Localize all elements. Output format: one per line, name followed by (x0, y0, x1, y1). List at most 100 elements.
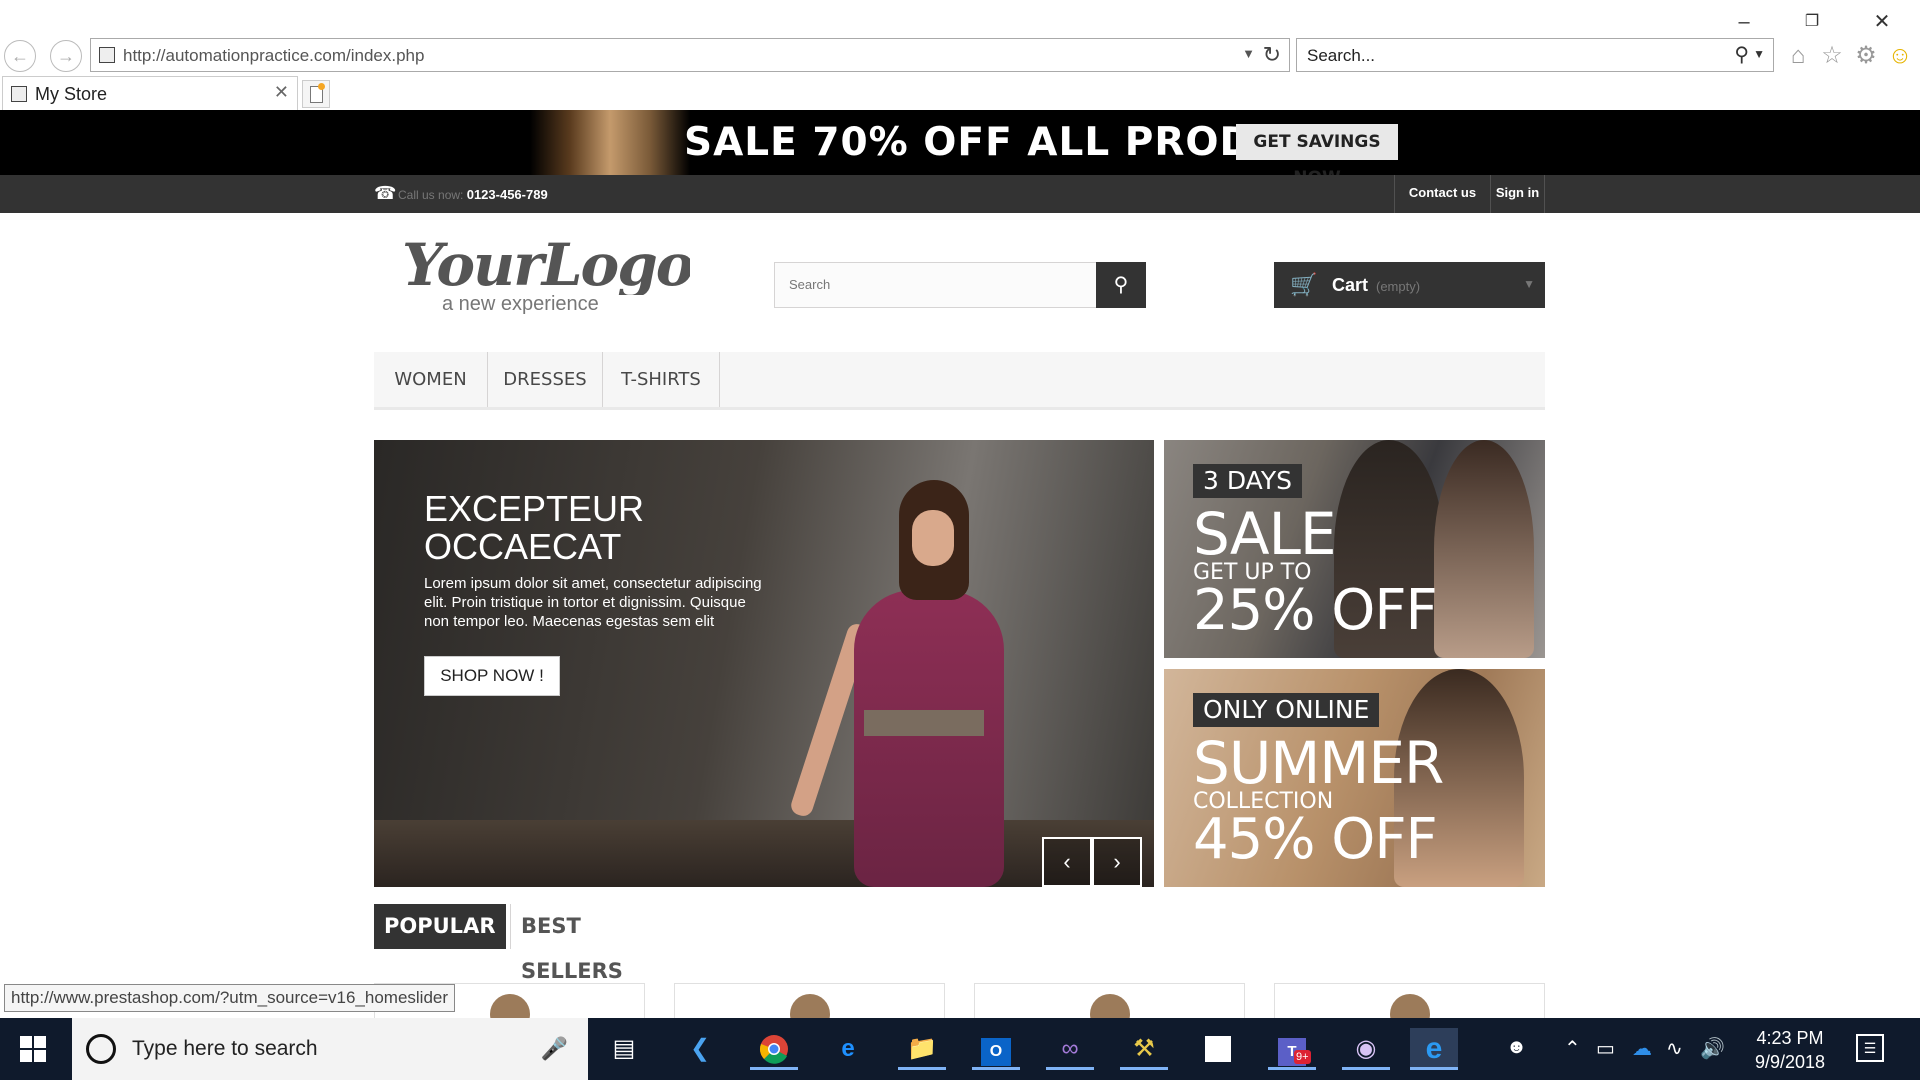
volume-icon[interactable]: 🔊 (1700, 1036, 1725, 1061)
tools-app-icon[interactable]: ⚒ (1120, 1028, 1168, 1070)
summer-collection-banner[interactable]: ONLY ONLINE SUMMER COLLECTION 45% OFF (1164, 669, 1545, 887)
restore-button[interactable]: ❐ (1792, 10, 1832, 34)
web-page: SALE 70% OFF ALL PRODUCTS GET SAVINGS NO… (0, 110, 1920, 1018)
chrome-icon[interactable] (750, 1028, 798, 1070)
address-dropdown-icon[interactable]: ▼ (1242, 46, 1255, 61)
start-pane-1 (20, 1036, 32, 1048)
get-savings-button[interactable]: GET SAVINGS NOW (1236, 124, 1398, 188)
settings-gear-icon[interactable]: ⚙ (1852, 42, 1880, 70)
banner-2-tag: ONLY ONLINE (1193, 693, 1380, 727)
home-slider[interactable]: EXCEPTEUR OCCAECAT Lorem ipsum dolor sit… (374, 440, 1154, 887)
back-button[interactable]: ← (4, 40, 36, 72)
clock-date: 9/9/2018 (1754, 1052, 1826, 1072)
start-pane-4 (34, 1050, 46, 1062)
banner-1-headline: SALE (1193, 500, 1337, 568)
refresh-icon[interactable]: ↻ (1263, 42, 1281, 68)
people-icon[interactable]: ☻ (1506, 1036, 1527, 1059)
wifi-icon[interactable]: ∿ (1666, 1036, 1683, 1061)
outlook-logo: O (981, 1038, 1011, 1066)
contact-us-link[interactable]: Contact us (1394, 175, 1490, 213)
notifications-icon[interactable]: ☰ (1856, 1034, 1884, 1062)
close-tab-icon[interactable]: ✕ (274, 82, 289, 103)
tab-title[interactable]: My Store (35, 84, 107, 105)
teams-icon[interactable]: T 9+ (1268, 1028, 1316, 1070)
home-icon[interactable]: ⌂ (1784, 42, 1812, 70)
internet-explorer-icon[interactable]: e (1410, 1028, 1458, 1070)
cart-status: (empty) (1376, 279, 1421, 294)
model-face (912, 510, 954, 566)
favorites-star-icon[interactable]: ☆ (1818, 42, 1846, 70)
file-explorer-icon[interactable]: 📁 (898, 1028, 946, 1070)
slider-title: EXCEPTEUR OCCAECAT (424, 488, 645, 567)
search-dropdown-icon[interactable]: ▼ (1753, 47, 1765, 61)
promo-model-image (530, 110, 690, 175)
cart-button[interactable]: 🛒 Cart (empty) ▼ (1274, 262, 1545, 308)
new-tab-button[interactable] (302, 80, 330, 108)
smiley-feedback-icon[interactable]: ☺ (1886, 42, 1914, 70)
tab-popular[interactable]: POPULAR (374, 904, 506, 949)
onedrive-cloud-icon[interactable]: ☁ (1632, 1036, 1652, 1061)
new-tab-star-icon (318, 83, 325, 90)
forward-button[interactable]: → (50, 40, 82, 72)
outlook-icon[interactable]: O (972, 1028, 1020, 1070)
sale-banner[interactable]: 3 DAYS SALE GET UP TO 25% OFF (1164, 440, 1545, 658)
visual-studio-icon[interactable]: ∞ (1046, 1028, 1094, 1070)
close-window-button[interactable]: ✕ (1862, 10, 1902, 34)
start-button[interactable] (20, 1036, 46, 1062)
banner-1-tag: 3 DAYS (1193, 464, 1302, 498)
browser-search-placeholder[interactable]: Search... (1307, 46, 1375, 66)
phone-number: 0123-456-789 (466, 187, 548, 202)
teams-badge: 9+ (1294, 1050, 1311, 1064)
product-card[interactable] (974, 983, 1245, 1018)
show-hidden-icons-chevron[interactable]: ⌃ (1564, 1036, 1581, 1061)
cart-dropdown-icon[interactable]: ▼ (1523, 277, 1535, 291)
address-url[interactable]: http://automationpractice.com/index.php (123, 46, 424, 66)
windows-taskbar: Type here to search 🎤 ▤ ❮ e 📁 O ∞ ⚒ T 9+… (0, 1018, 1920, 1080)
start-pane-2 (34, 1036, 46, 1048)
call-us-label: Call us now: (398, 188, 464, 202)
chrome-logo-graphic (759, 1035, 788, 1064)
browser-tab[interactable]: My Store ✕ (2, 76, 298, 110)
logo-script-graphic: YourLogo (402, 231, 695, 299)
promo-banner[interactable]: SALE 70% OFF ALL PRODUCTS GET SAVINGS NO… (0, 110, 1920, 188)
tab-best-sellers[interactable]: BEST SELLERS (510, 904, 633, 983)
slider-floor-image (374, 820, 1154, 887)
store-logo[interactable]: YourLogo a new experience (400, 231, 695, 325)
battery-icon[interactable]: ▭ (1596, 1036, 1615, 1061)
taskbar-search-placeholder[interactable]: Type here to search (132, 1037, 318, 1061)
minimize-button[interactable]: – (1724, 10, 1764, 34)
microphone-icon[interactable]: 🎤 (541, 1036, 568, 1062)
vscode-icon[interactable]: ❮ (676, 1028, 724, 1070)
address-bar[interactable]: http://automationpractice.com/index.php … (90, 38, 1290, 72)
product-image (790, 994, 830, 1018)
cart-icon: 🛒 (1290, 272, 1318, 297)
shop-now-button[interactable]: SHOP NOW ! (424, 656, 560, 696)
store-search-button[interactable]: ⚲ (1096, 262, 1146, 308)
tab-favicon-icon (11, 86, 27, 102)
store-search-placeholder[interactable]: Search (789, 277, 830, 292)
banner-1-discount: 25% OFF (1193, 578, 1438, 643)
svg-text:YourLogo: YourLogo (402, 235, 690, 295)
sign-in-link[interactable]: Sign in (1490, 175, 1545, 213)
task-view-icon[interactable]: ▤ (600, 1028, 648, 1070)
edge-icon[interactable]: e (824, 1028, 872, 1070)
model-belt (864, 710, 984, 736)
menu-tshirts[interactable]: T-SHIRTS (603, 352, 720, 407)
menu-women[interactable]: WOMEN (374, 352, 488, 407)
sticky-notes-logo (1205, 1036, 1231, 1062)
main-menu: WOMEN DRESSES T-SHIRTS (374, 352, 1545, 410)
call-us-text: Call us now: 0123-456-789 (398, 187, 548, 202)
browser-search-box[interactable]: Search... ⚲ ▼ (1296, 38, 1774, 72)
system-clock[interactable]: 4:23 PM 9/9/2018 (1742, 1026, 1838, 1074)
sticky-notes-icon[interactable] (1194, 1028, 1242, 1070)
taskbar-search-box[interactable]: Type here to search 🎤 (72, 1018, 588, 1080)
eclipse-icon[interactable]: ◉ (1342, 1028, 1390, 1070)
product-card[interactable] (674, 983, 945, 1018)
store-search-input[interactable]: Search ⚲ (774, 262, 1146, 308)
product-card[interactable] (1274, 983, 1545, 1018)
search-icon[interactable]: ⚲ (1734, 42, 1749, 67)
slider-prev-button[interactable]: ‹ (1042, 837, 1092, 887)
cortana-icon (86, 1034, 116, 1064)
slider-next-button[interactable]: › (1092, 837, 1142, 887)
menu-dresses[interactable]: DRESSES (488, 352, 603, 407)
